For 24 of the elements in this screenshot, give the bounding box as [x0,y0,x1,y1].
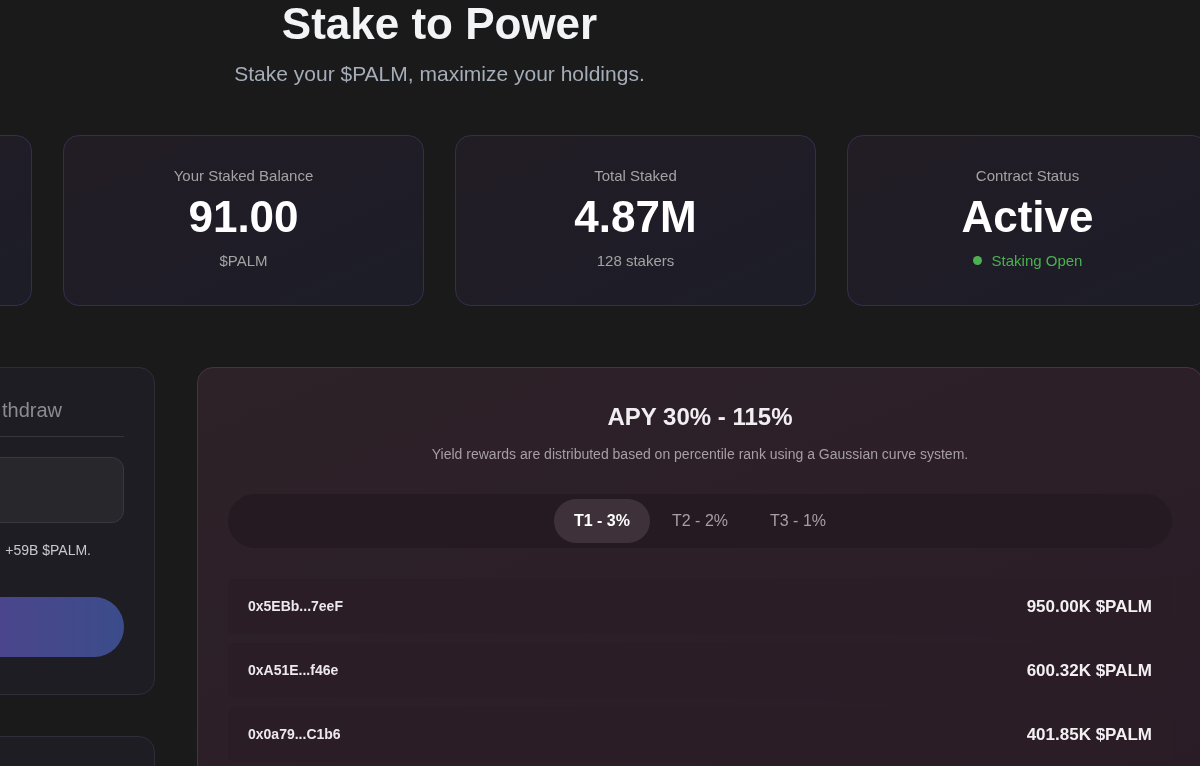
staked-amount: 950.00K $PALM [1026,595,1152,618]
stat-value: Active [961,195,1094,239]
staked-amount: 401.85K $PALM [1026,723,1152,746]
stat-label: Total Staked [594,168,677,183]
withdraw-tab[interactable]: thdraw [1,400,62,420]
apy-title: APY 30% - 115% [607,405,793,429]
wallet-address: 0x0a79...C1b6 [248,725,341,744]
staked-amount: 600.32K $PALM [1026,659,1152,682]
tier-tab[interactable]: T2 - 2% [652,499,748,543]
stat-label: Your Staked Balance [173,168,314,183]
apy-description: Yield rewards are distributed based on percentile rank using a Gaussian curve system. [431,447,969,461]
stat-label: Contract Status [975,168,1080,183]
status-text: Staking Open [991,253,1083,268]
stat-note: 128 stakers [596,253,675,268]
page-title: Stake to Power [281,2,598,46]
tier-tab[interactable]: T1 - 3% [553,499,650,543]
stat-value: 91.00 [188,195,299,239]
wallet-address: 0xA51E...f46e [248,661,339,680]
tier-tab[interactable]: T3 - 1% [750,499,846,543]
wallet-address: 0x5EBb...7eeF [248,597,343,616]
stat-value: 4.87M [574,195,697,239]
stat-note: $PALM [219,253,268,268]
page-subtitle: Stake your $PALM, maximize your holdings. [234,63,645,84]
balance-hint: +59B $PALM. [5,543,91,557]
